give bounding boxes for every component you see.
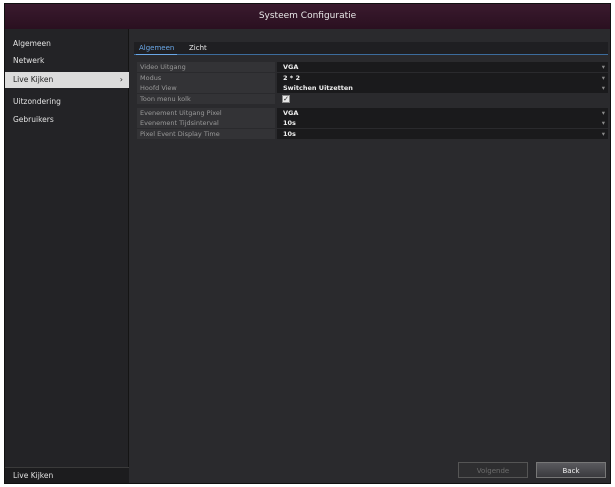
select-value: VGA bbox=[283, 108, 299, 117]
evenement-uitgang-select[interactable]: VGA ▾ bbox=[277, 107, 608, 118]
sidebar-item-label: Netwerk bbox=[13, 56, 45, 65]
chevron-right-icon: › bbox=[119, 75, 123, 84]
setting-label: Hoofd View bbox=[137, 83, 275, 94]
pixel-event-display-select[interactable]: 10s ▾ bbox=[277, 129, 608, 140]
tab-bar: Algemeen Zicht bbox=[134, 42, 608, 55]
setting-label: Evenement Tijdsinterval bbox=[137, 118, 275, 129]
sidebar-item-algemeen[interactable]: Algemeen bbox=[5, 36, 129, 52]
toon-menu-checkbox[interactable]: ✓ bbox=[282, 95, 290, 104]
sidebar-item-label: Live Kijken bbox=[13, 75, 54, 84]
sidebar-item-label: Uitzondering bbox=[13, 97, 61, 106]
evenement-tijdsinterval-select[interactable]: 10s ▾ bbox=[277, 118, 608, 129]
setting-row-hoofd-view: Hoofd View Switchen Uitzetten ▾ bbox=[137, 83, 608, 94]
chevron-down-icon: ▾ bbox=[601, 73, 605, 82]
sidebar-item-netwerk[interactable]: Netwerk bbox=[5, 53, 129, 69]
setting-row-toon-menu: Toon menu kolk ✓ bbox=[137, 94, 608, 105]
sidebar: Algemeen Netwerk Live Kijken › Uitzonder… bbox=[5, 29, 129, 483]
hoofd-view-select[interactable]: Switchen Uitzetten ▾ bbox=[277, 83, 608, 94]
setting-row-video-uitgang: Video Uitgang VGA ▾ bbox=[137, 62, 608, 73]
setting-label: Toon menu kolk bbox=[137, 94, 275, 105]
modus-select[interactable]: 2 * 2 ▾ bbox=[277, 72, 608, 83]
chevron-down-icon: ▾ bbox=[601, 119, 605, 128]
setting-label: Pixel Event Display Time bbox=[137, 129, 275, 140]
sidebar-footer: Live Kijken bbox=[5, 467, 129, 483]
setting-row-pixel-event-display: Pixel Event Display Time 10s ▾ bbox=[137, 129, 608, 140]
setting-row-evenement-tijdsinterval: Evenement Tijdsinterval 10s ▾ bbox=[137, 118, 608, 129]
chevron-down-icon: ▾ bbox=[601, 84, 605, 93]
video-uitgang-select[interactable]: VGA ▾ bbox=[277, 62, 608, 72]
settings-list: Video Uitgang VGA ▾ Modus 2 * 2 ▾ Hoofd … bbox=[137, 62, 608, 140]
setting-label: Video Uitgang bbox=[137, 62, 275, 72]
config-window: Systeem Configuratie Algemeen Netwerk Li… bbox=[4, 3, 611, 484]
select-value: Switchen Uitzetten bbox=[283, 84, 353, 93]
back-button[interactable]: Back bbox=[536, 462, 606, 478]
chevron-down-icon: ▾ bbox=[601, 108, 605, 117]
select-value: 10s bbox=[283, 119, 296, 128]
setting-label: Modus bbox=[137, 72, 275, 83]
select-value: 2 * 2 bbox=[283, 73, 300, 82]
setting-row-evenement-uitgang: Evenement Uitgang Pixel VGA ▾ bbox=[137, 107, 608, 119]
sidebar-item-gebruikers[interactable]: Gebruikers bbox=[5, 112, 129, 128]
select-value: VGA bbox=[283, 63, 299, 71]
sidebar-item-label: Gebruikers bbox=[13, 115, 54, 124]
chevron-down-icon: ▾ bbox=[601, 130, 605, 139]
toon-menu-checkbox-row: ✓ bbox=[277, 94, 608, 104]
sidebar-item-label: Algemeen bbox=[13, 39, 51, 48]
tab-algemeen[interactable]: Algemeen bbox=[136, 42, 178, 55]
select-value: 10s bbox=[283, 130, 296, 139]
setting-label: Evenement Uitgang Pixel bbox=[137, 107, 275, 118]
setting-row-modus: Modus 2 * 2 ▾ bbox=[137, 72, 608, 84]
tab-zicht[interactable]: Zicht bbox=[186, 42, 210, 55]
volgende-button[interactable]: Volgende bbox=[458, 462, 528, 478]
chevron-down-icon: ▾ bbox=[601, 63, 605, 71]
sidebar-item-live-kijken[interactable]: Live Kijken › bbox=[5, 72, 129, 88]
main-content: Algemeen Zicht Video Uitgang VGA ▾ Modus… bbox=[130, 29, 610, 483]
window-title: Systeem Configuratie bbox=[5, 4, 610, 29]
sidebar-item-uitzondering[interactable]: Uitzondering bbox=[5, 94, 129, 110]
